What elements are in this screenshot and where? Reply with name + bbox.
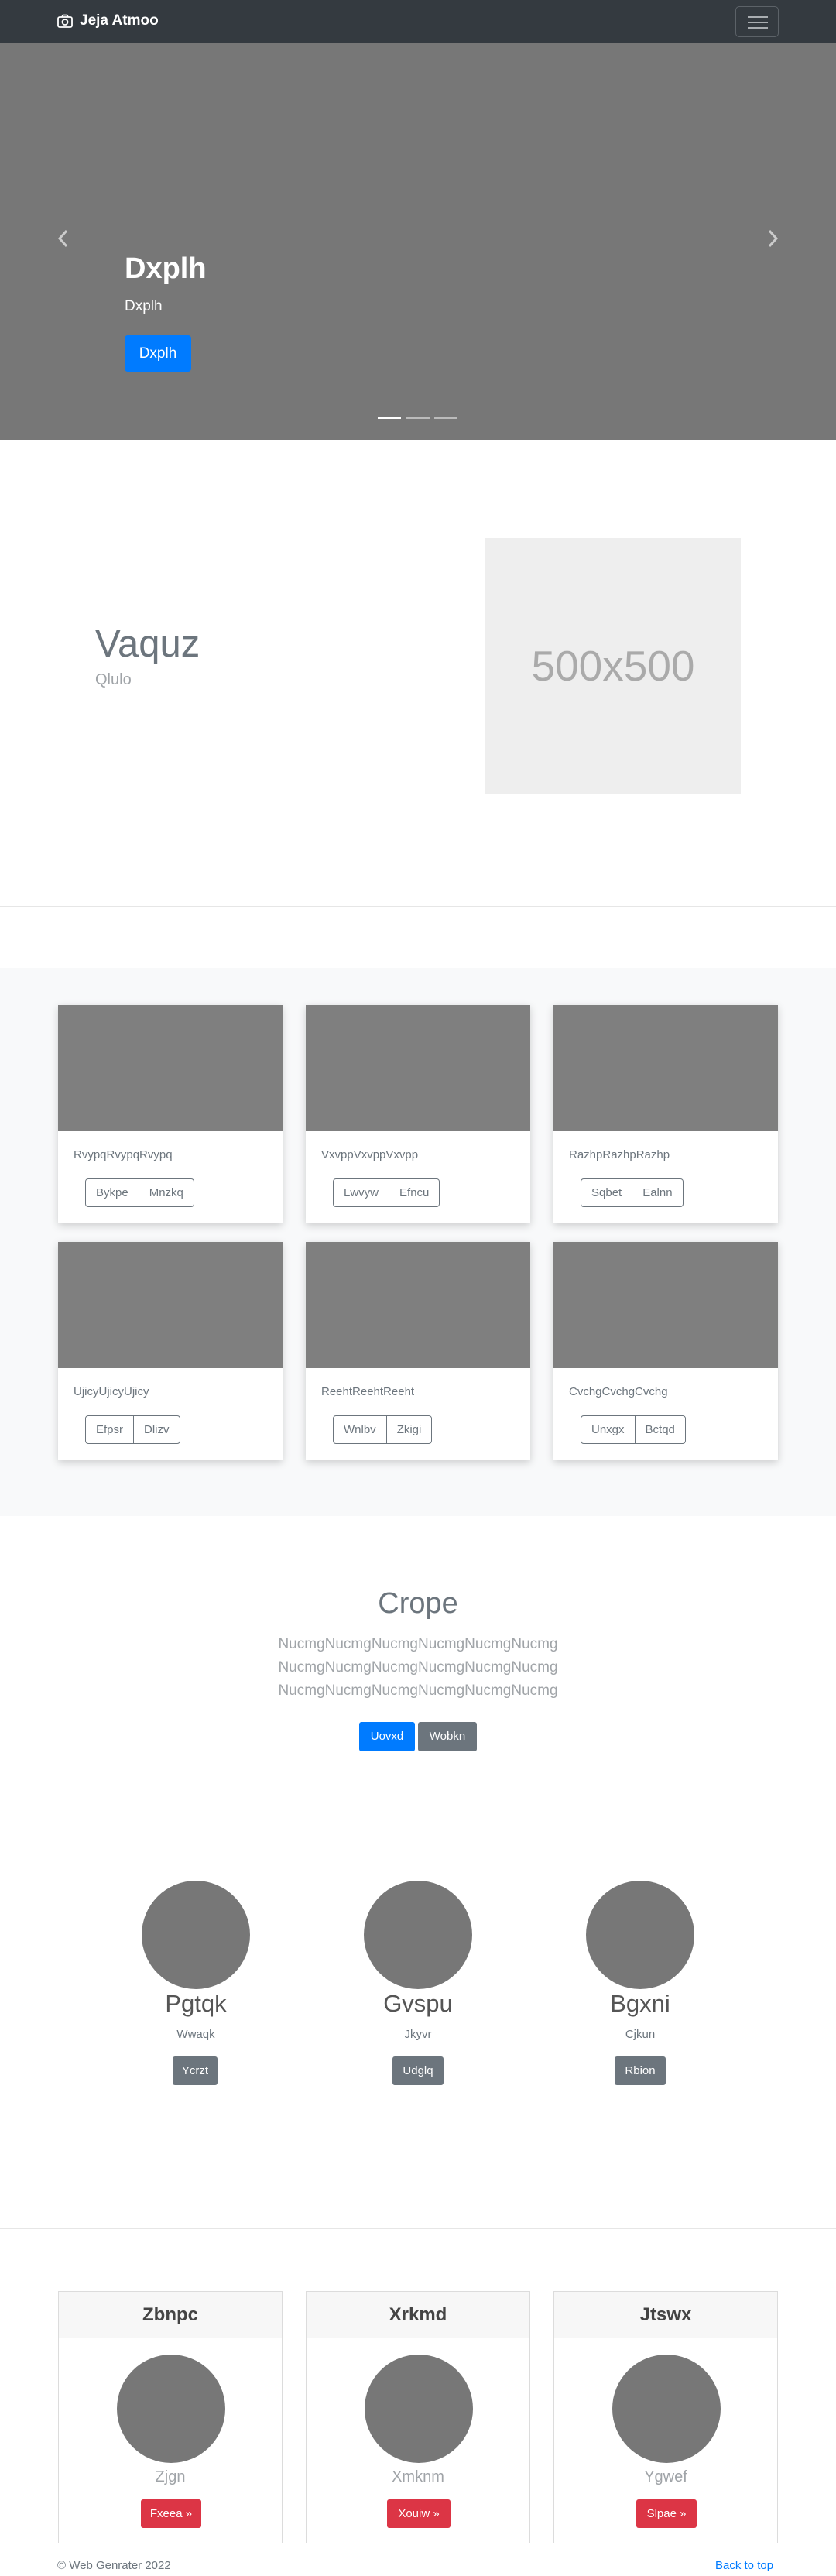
card-button-group: Unxgx Bctqd [581,1415,686,1444]
feature-subtitle: Qlulo [95,671,132,688]
album-card: VxvppVxvppVxvpp Lwvyw Efncu [306,1005,530,1223]
back-to-top-link[interactable]: Back to top [715,2559,773,2572]
marketing-button[interactable]: Ycrzt [173,2056,218,2085]
profile-button[interactable]: Fxeea » [141,2499,201,2528]
crope-primary-button[interactable]: Uovxd [359,1722,415,1751]
card-view-button[interactable]: Bykpe [86,1179,139,1206]
album-card: CvchgCvchgCvchg Unxgx Bctqd [553,1242,778,1460]
hamburger-icon [748,16,768,18]
footer-copyright: © Web Genrater 2022 [57,2559,171,2572]
hero-carousel: Dxplh Dxplh Dxplh [0,43,836,440]
marketing-avatar [586,1881,694,1989]
divider [0,2228,836,2229]
profile-name: Xmknm [392,2468,444,2485]
marketing-heading: Gvspu [383,1990,453,2017]
hero-subtitle: Dxplh [125,298,163,314]
album-card: UjicyUjicyUjicy Efpsr Dlizv [58,1242,283,1460]
crope-secondary-button[interactable]: Wobkn [418,1722,477,1751]
card-edit-button[interactable]: Ealnn [632,1179,682,1206]
card-edit-button[interactable]: Bctqd [634,1416,685,1443]
card-view-button[interactable]: Sqbet [581,1179,632,1206]
album-card: ReehtReehtReeht Wnlbv Zkigi [306,1242,530,1460]
card-button-group: Efpsr Dlizv [85,1415,180,1444]
profile-card-header: Xrkmd [307,2292,529,2338]
card-thumbnail [58,1242,283,1368]
profile-button[interactable]: Xouiw » [387,2499,451,2528]
feature-image-placeholder: 500x500 [485,538,741,794]
profile-name: Ygwef [644,2468,687,2485]
marketing-subtext: Wwaqk [176,2028,215,2041]
profile-avatar [365,2355,473,2463]
album-card: RazhpRazhpRazhp Sqbet Ealnn [553,1005,778,1223]
crope-text-line: NucmgNucmgNucmgNucmgNucmgNucmg [278,1659,558,1676]
profile-card-header: Zbnpc [59,2292,282,2338]
card-edit-button[interactable]: Zkigi [385,1416,432,1443]
card-thumbnail [553,1242,778,1368]
card-thumbnail [306,1242,530,1368]
marketing-subtext: Jkyvr [404,2028,432,2041]
camera-icon [57,14,73,28]
hamburger-icon [748,27,768,29]
carousel-indicator[interactable] [406,417,430,419]
card-button-group: Wnlbv Zkigi [333,1415,433,1444]
profile-card-header: Jtswx [554,2292,777,2338]
card-edit-button[interactable]: Mnzkq [138,1179,194,1206]
profile-card: Xrkmd Xmknm Xouiw » [306,2291,530,2543]
hero-title: Dxplh [125,252,207,285]
marketing-avatar [364,1881,472,1989]
carousel-indicator[interactable] [434,417,457,419]
album-card: RvypqRvypqRvypq Bykpe Mnzkq [58,1005,283,1223]
card-button-group: Lwvyw Efncu [333,1178,440,1207]
crope-text-line: NucmgNucmgNucmgNucmgNucmgNucmg [278,1636,558,1652]
profile-avatar [612,2355,721,2463]
crope-text-line: NucmgNucmgNucmgNucmgNucmgNucmg [278,1682,558,1699]
profile-card: Zbnpc Zjgn Fxeea » [58,2291,283,2543]
feature-title: Vaquz [95,623,200,665]
card-text: RvypqRvypqRvypq [74,1148,173,1161]
card-view-button[interactable]: Lwvyw [334,1179,389,1206]
card-edit-button[interactable]: Dlizv [133,1416,180,1443]
marketing-button[interactable]: Udglq [392,2056,444,2085]
divider [0,906,836,907]
hamburger-icon [748,22,768,23]
marketing-heading: Bgxni [610,1990,670,2017]
card-view-button[interactable]: Efpsr [86,1416,133,1443]
card-text: VxvppVxvppVxvpp [321,1148,419,1161]
album-section: RvypqRvypqRvypq Bykpe Mnzkq VxvppVxvppVx… [0,968,836,1516]
hero-button[interactable]: Dxplh [125,335,191,372]
card-edit-button[interactable]: Efncu [389,1179,439,1206]
brand-link[interactable]: Jeja Atmoo [57,12,159,29]
brand-label: Jeja Atmoo [80,12,159,29]
profile-name: Zjgn [155,2468,186,2485]
profile-card: Jtswx Ygwef Slpae » [553,2291,778,2543]
card-thumbnail [553,1005,778,1131]
marketing-heading: Pgtqk [165,1990,227,2017]
card-text: CvchgCvchgCvchg [569,1385,668,1398]
marketing-avatar [142,1881,250,1989]
card-text: UjicyUjicyUjicy [74,1385,149,1398]
profile-avatar [117,2355,225,2463]
card-button-group: Bykpe Mnzkq [85,1178,194,1207]
marketing-button[interactable]: Rbion [615,2056,666,2085]
carousel-next-icon[interactable] [763,227,782,250]
carousel-indicator[interactable] [378,417,401,419]
navbar-toggler-button[interactable] [735,6,779,37]
card-text: ReehtReehtReeht [321,1385,415,1398]
card-view-button[interactable]: Unxgx [581,1416,635,1443]
card-view-button[interactable]: Wnlbv [334,1416,386,1443]
card-button-group: Sqbet Ealnn [581,1178,684,1207]
card-thumbnail [58,1005,283,1131]
carousel-prev-icon[interactable] [54,227,73,250]
card-thumbnail [306,1005,530,1131]
card-text: RazhpRazhpRazhp [569,1148,670,1161]
navbar: Jeja Atmoo [0,0,836,43]
profile-button[interactable]: Slpae » [636,2499,697,2528]
marketing-subtext: Cjkun [625,2028,656,2041]
crope-title: Crope [378,1587,458,1620]
